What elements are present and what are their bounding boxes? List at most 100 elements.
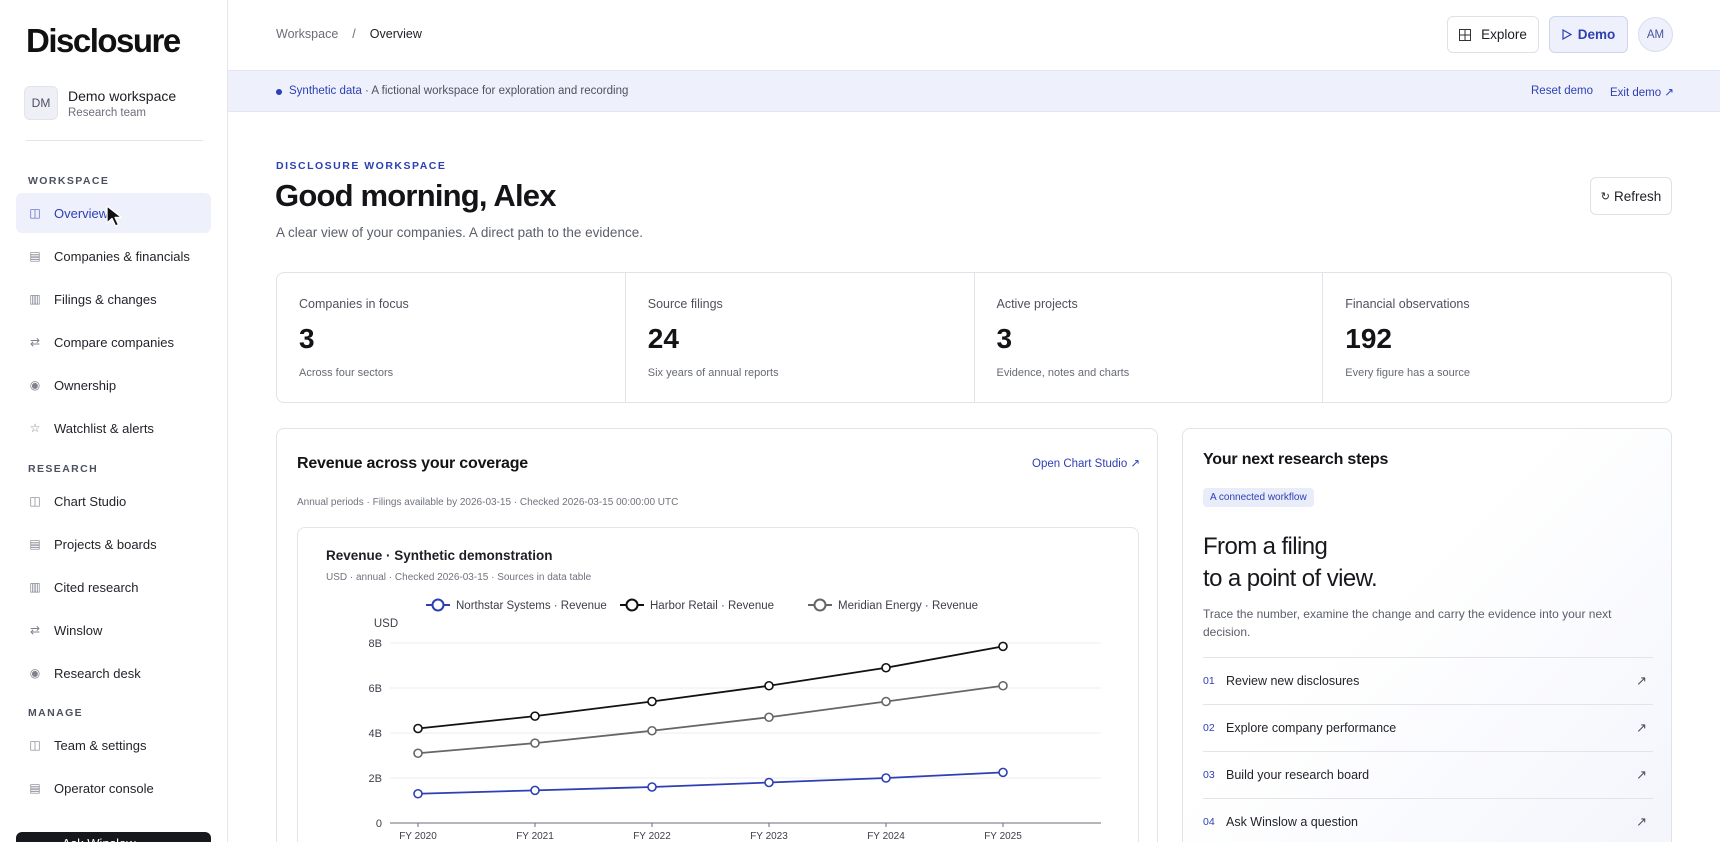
revenue-card-meta: Annual periods · Filings available by 20… — [297, 497, 679, 508]
step-number: 03 — [1203, 769, 1215, 781]
step-label: Build your research board — [1226, 768, 1370, 782]
mouse-cursor-icon — [106, 205, 123, 227]
data-point — [998, 641, 1008, 652]
refresh-icon: ↻ — [1600, 190, 1610, 203]
stat-value: 3 — [996, 323, 1013, 354]
sidebar-item-watchlist[interactable]: ☆ Watchlist & alerts — [16, 408, 211, 448]
sidebar-item-cited-research[interactable]: ▥ Cited research — [16, 567, 211, 607]
demo-label: Demo — [1577, 27, 1616, 42]
stat-note: Across four sectors — [299, 367, 394, 379]
y-tick-label: 6B — [369, 683, 382, 695]
stat-value: 3 — [299, 323, 315, 354]
data-point — [413, 748, 423, 759]
sidebar-item-chart-studio[interactable]: ◫ Chart Studio — [16, 481, 211, 521]
step-number: 04 — [1203, 816, 1215, 828]
sidebar-item-operator-console[interactable]: ▤ Operator console — [16, 768, 211, 808]
step-number: 02 — [1203, 722, 1215, 734]
ask-winslow-button[interactable]: Ask Winslow — [16, 832, 211, 842]
steps-description: Trace the number, examine the change and… — [1203, 607, 1612, 639]
stat-projects: Active projects 3 Evidence, notes and ch… — [975, 273, 1324, 402]
sidebar-item-label: Cited research — [54, 579, 139, 595]
sidebar-item-research-desk[interactable]: ◉ Research desk — [16, 653, 211, 693]
circle-icon: ◉ — [29, 666, 41, 680]
steps-headline-line: From a filing — [1203, 533, 1328, 560]
data-point — [764, 680, 774, 691]
sidebar-item-team-settings[interactable]: ◫ Team & settings — [16, 725, 211, 765]
data-point — [413, 788, 423, 799]
stat-observations: Financial observations 192 Every figure … — [1323, 273, 1671, 402]
sidebar-item-filings[interactable]: ▥ Filings & changes — [16, 279, 211, 319]
next-steps-title: Your next research steps — [1203, 451, 1389, 468]
step-item[interactable]: 02 Explore company performance ↗ — [1203, 704, 1653, 751]
sidebar-item-label: Winslow — [54, 622, 103, 638]
data-point — [998, 680, 1008, 691]
data-point — [530, 785, 540, 796]
sidebar-divider — [26, 140, 203, 141]
step-label: Explore company performance — [1226, 721, 1397, 735]
y-axis-label: USD — [374, 618, 398, 630]
sidebar-item-winslow[interactable]: ⇄ Winslow — [16, 610, 211, 650]
refresh-label: Refresh — [1613, 188, 1662, 204]
series-line — [417, 771, 1004, 795]
refresh-button[interactable]: ↻ Refresh — [1590, 177, 1672, 215]
columns-icon: ▥ — [29, 580, 41, 594]
section-research: RESEARCH — [28, 463, 99, 475]
sidebar-item-label: Overview — [54, 205, 109, 221]
stat-label: Active projects — [996, 297, 1078, 311]
arrows-icon: ⇄ — [29, 623, 41, 637]
sidebar-item-label: Chart Studio — [54, 493, 127, 509]
x-tick-label: FY 2021 — [516, 831, 554, 842]
workspace-avatar: DM — [24, 86, 58, 120]
breadcrumb: Workspace / Overview — [276, 27, 422, 41]
sidebar-item-ownership[interactable]: ◉ Ownership — [16, 365, 211, 405]
arrow-up-right-icon: ↗ — [1636, 814, 1647, 829]
revenue-card: Revenue across your coverage Open Chart … — [276, 428, 1158, 842]
data-point — [881, 696, 891, 707]
arrows-icon: ⇄ — [29, 335, 41, 349]
explore-button[interactable]: Explore — [1447, 16, 1539, 53]
app-logo[interactable]: Disclosure — [26, 22, 181, 60]
legend-swatch-marker — [431, 598, 445, 612]
panel-icon: ◫ — [29, 206, 41, 220]
arrow-up-right-icon: ↗ — [1636, 673, 1647, 688]
circle-icon: ◉ — [29, 378, 41, 392]
sidebar: Disclosure DM Demo workspace Research te… — [0, 0, 228, 842]
banner-description: · A fictional workspace for exploration … — [365, 85, 629, 97]
star-icon: ☆ — [29, 421, 41, 435]
page-subtitle: A clear view of your companies. A direct… — [276, 225, 643, 240]
page-title: Good morning, Alex — [275, 178, 556, 213]
sidebar-item-companies[interactable]: ▤ Companies & financials — [16, 236, 211, 276]
sidebar-item-compare[interactable]: ⇄ Compare companies — [16, 322, 211, 362]
workspace-switcher[interactable]: DM Demo workspace Research team — [24, 86, 176, 120]
stat-note: Every figure has a source — [1345, 367, 1470, 379]
arrow-up-right-icon: ↗ — [1636, 720, 1647, 735]
open-chart-studio-link[interactable]: Open Chart Studio ↗ — [1032, 456, 1140, 470]
steps-headline: From a filing to a point of view. — [1203, 531, 1378, 595]
legend-swatch-marker — [813, 598, 827, 612]
x-tick-label: FY 2025 — [984, 831, 1022, 842]
steps-headline-line: to a point of view. — [1203, 565, 1378, 592]
exit-demo-link[interactable]: Exit demo ↗ — [1610, 85, 1674, 99]
demo-button[interactable]: Demo — [1549, 16, 1628, 53]
step-item[interactable]: 04 Ask Winslow a question ↗ — [1203, 798, 1653, 842]
x-tick-label: FY 2024 — [867, 831, 905, 842]
panel-icon: ◫ — [29, 738, 41, 752]
sidebar-item-projects[interactable]: ▤ Projects & boards — [16, 524, 211, 564]
table-icon: ▤ — [29, 781, 41, 795]
stat-label: Financial observations — [1345, 297, 1470, 311]
sidebar-item-label: Research desk — [54, 665, 141, 681]
breadcrumb-workspace[interactable]: Workspace — [276, 27, 338, 41]
y-tick-label: 2B — [369, 773, 382, 785]
topbar: Workspace / Overview Explore Demo AM — [228, 0, 1720, 70]
user-avatar[interactable]: AM — [1638, 17, 1673, 52]
sidebar-item-label: Ownership — [54, 377, 117, 393]
reset-demo-link[interactable]: Reset demo — [1531, 85, 1593, 97]
data-point — [647, 782, 657, 792]
step-number: 01 — [1203, 675, 1215, 687]
step-item[interactable]: 01 Review new disclosures ↗ — [1203, 657, 1653, 704]
page-eyebrow: DISCLOSURE WORKSPACE — [276, 160, 447, 172]
breadcrumb-separator: / — [352, 27, 356, 41]
sidebar-item-label: Companies & financials — [54, 248, 190, 264]
step-item[interactable]: 03 Build your research board ↗ — [1203, 751, 1653, 798]
banner-tag: Synthetic data — [289, 85, 362, 97]
